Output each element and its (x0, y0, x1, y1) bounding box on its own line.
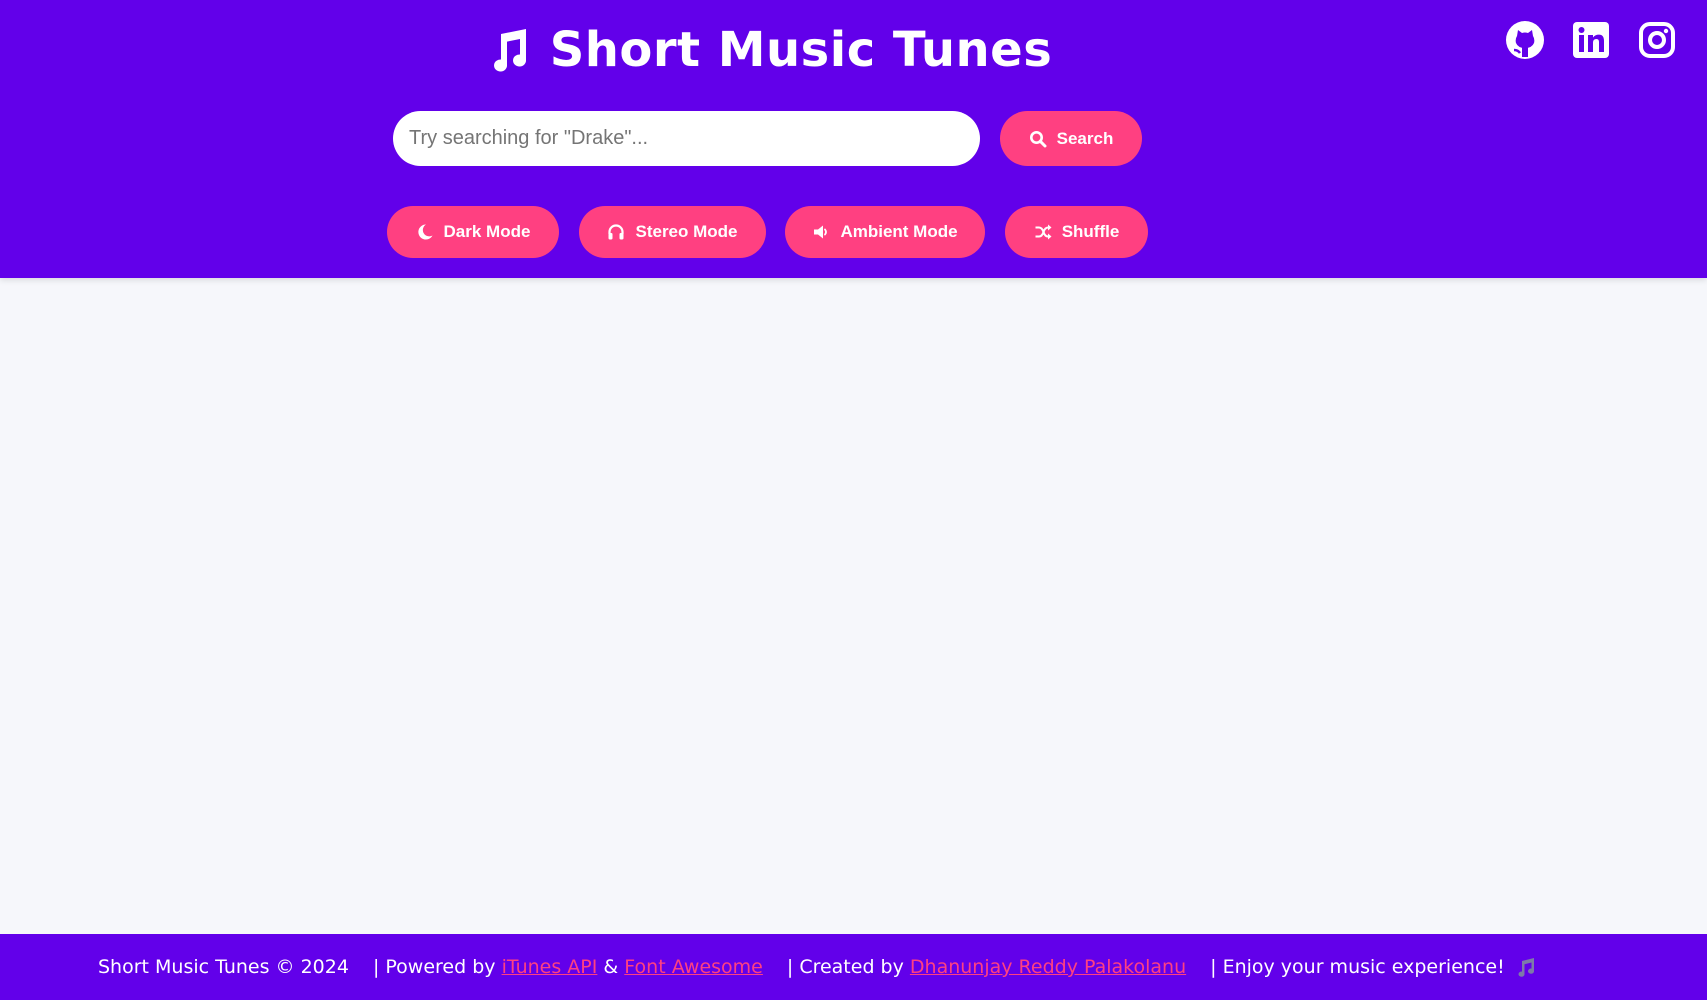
footer-copyright: Short Music Tunes © 2024 (98, 956, 349, 978)
footer: Short Music Tunes © 2024 | Powered by iT… (0, 934, 1707, 1000)
ambient-mode-button[interactable]: Ambient Mode (785, 206, 985, 258)
author-link[interactable]: Dhanunjay Reddy Palakolanu (910, 956, 1186, 978)
linkedin-icon[interactable] (1571, 20, 1611, 60)
stereo-mode-label: Stereo Mode (635, 222, 738, 241)
search-input[interactable] (393, 111, 980, 166)
social-links (1505, 20, 1677, 60)
font-awesome-link[interactable]: Font Awesome (624, 956, 763, 978)
itunes-api-link[interactable]: iTunes API (502, 956, 598, 978)
speaker-icon (814, 225, 828, 239)
instagram-icon[interactable] (1637, 20, 1677, 60)
footer-created-prefix: | Created by (786, 956, 904, 978)
shuffle-icon (1035, 224, 1052, 240)
shuffle-label: Shuffle (1061, 222, 1120, 241)
shuffle-button[interactable]: Shuffle (1005, 206, 1148, 258)
app-header: Short Music Tunes Search (0, 0, 1707, 278)
search-button-label: Search (1056, 128, 1114, 148)
app-title: Short Music Tunes (549, 22, 1053, 78)
page-title: Short Music Tunes (0, 22, 1536, 78)
github-icon[interactable] (1505, 20, 1545, 60)
dark-mode-label: Dark Mode (443, 222, 531, 241)
headphones-icon (608, 224, 625, 240)
search-icon (1029, 130, 1047, 147)
search-button[interactable]: Search (1000, 111, 1142, 166)
dark-mode-button[interactable]: Dark Mode (387, 206, 559, 258)
music-notes-icon (1518, 958, 1534, 977)
footer-amp: & (603, 956, 619, 978)
footer-powered-prefix: | Powered by (372, 956, 496, 978)
music-note-icon (493, 29, 526, 72)
footer-enjoy-text: | Enjoy your music experience! (1210, 956, 1505, 978)
ambient-mode-label: Ambient Mode (840, 222, 958, 241)
moon-icon (417, 224, 433, 240)
stereo-mode-button[interactable]: Stereo Mode (579, 206, 766, 258)
